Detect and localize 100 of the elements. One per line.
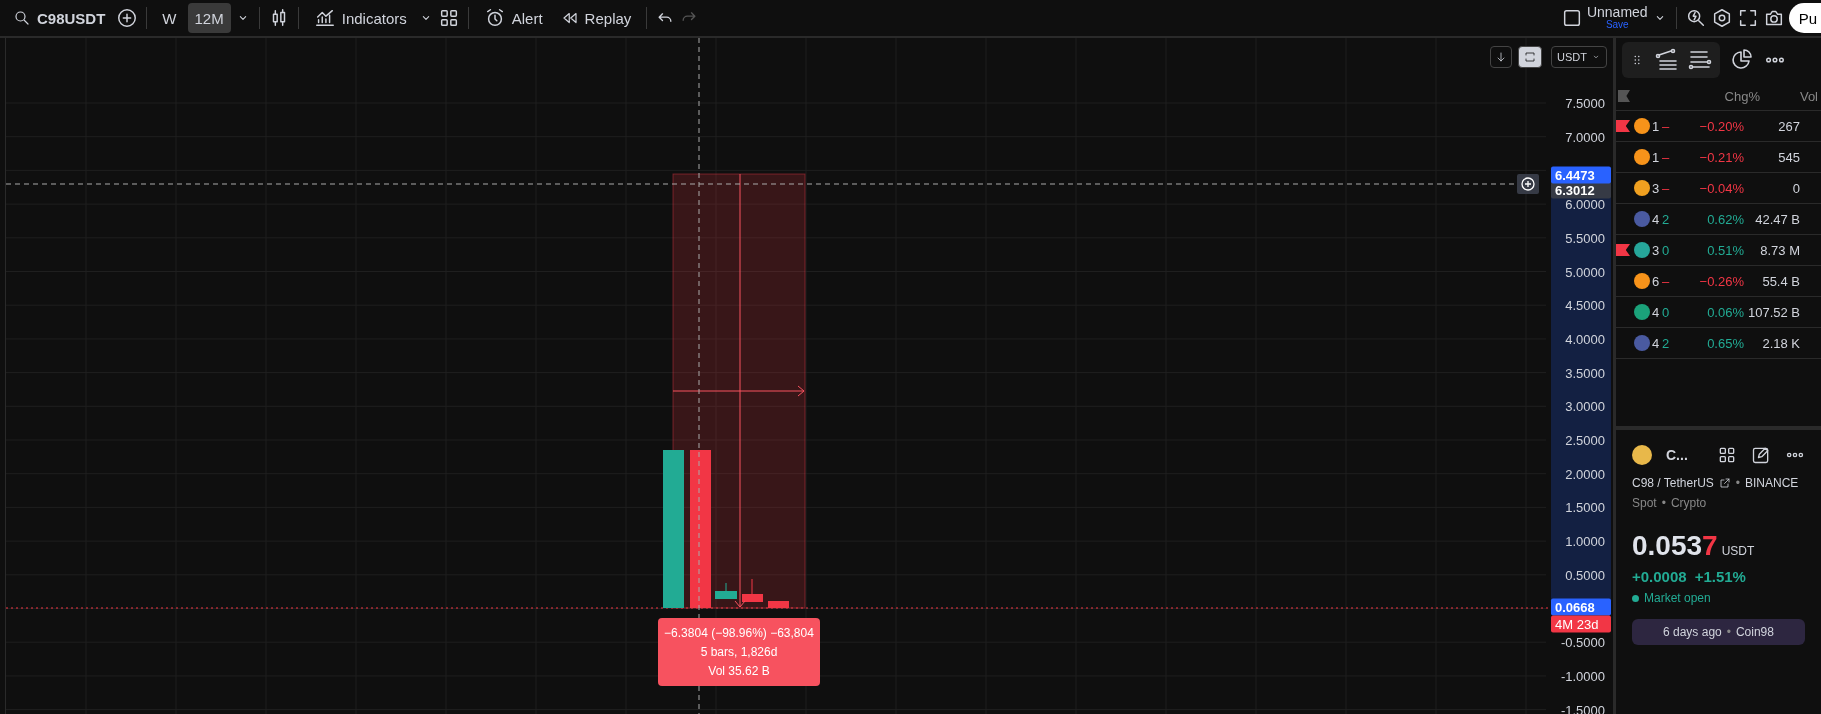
news-source: Coin98 (1735, 625, 1774, 639)
news-time: 6 days ago (1663, 625, 1722, 639)
price-label: -1.5000 (1560, 702, 1605, 714)
symbol-cell-text: 4 (1652, 211, 1661, 227)
last-cell-text: – (1662, 118, 1671, 134)
asset-category: Crypto (1670, 496, 1707, 510)
column-header[interactable]: Chg% (1700, 88, 1760, 104)
percent-change: +1.51% (1694, 568, 1746, 585)
measure-price-tag: 6.4473 (1551, 166, 1611, 184)
volume-cell-text: 107.52 B (1746, 304, 1800, 320)
flag-icon[interactable] (1616, 120, 1630, 132)
price-label: 2.5000 (1565, 432, 1605, 448)
replay-button[interactable]: Replay (553, 3, 639, 33)
symbol-cell-text: 1 (1652, 118, 1661, 134)
scroll-down-button[interactable] (1490, 46, 1512, 68)
tooltip-text: Vol 35.62 B (708, 664, 770, 678)
price-label: 5.0000 (1565, 264, 1605, 279)
volume-cell-text: 0 (1791, 180, 1800, 196)
layout-name[interactable]: Unnamed (1586, 5, 1648, 21)
price-currency: USDT (1721, 544, 1755, 558)
flag-icon[interactable] (1616, 244, 1630, 256)
price-label: 1.5000 (1565, 499, 1605, 515)
volume-cell-text: 8.73 M (1759, 242, 1800, 258)
symbol-cell-text: 1 (1652, 149, 1661, 165)
interval-button[interactable]: W (155, 3, 184, 33)
separator-dot: • (1735, 476, 1741, 490)
market-status: Market open (1644, 591, 1711, 605)
last-price-tag: 0.0668 (1551, 598, 1611, 616)
change-cell-text: −0.21% (1698, 149, 1744, 165)
alert-button[interactable]: Alert (476, 3, 550, 33)
price-label: 3.0000 (1565, 398, 1605, 414)
last-cell-text: 2 (1662, 211, 1671, 227)
last-price: 0.0537 (1632, 530, 1718, 562)
separator-dot: • (1726, 625, 1731, 639)
search-icon (13, 9, 31, 27)
tooltip-text: −6.3804 (−98.96%) −63,804 (664, 626, 814, 640)
separator-dot: • (1661, 496, 1666, 510)
symbol-search[interactable]: C98USDT (6, 3, 113, 33)
last-cell-text: – (1662, 273, 1671, 289)
indicators-button[interactable]: Indicators (306, 3, 414, 33)
last-cell-text: 2 (1662, 335, 1671, 351)
exchange-name: BINANCE (1745, 476, 1799, 490)
external-link-icon[interactable] (1718, 477, 1731, 489)
currency-dropdown[interactable]: USDT (1551, 46, 1607, 68)
volume-cell-text: 2.18 K (1761, 335, 1800, 351)
change-cell-text: −0.26% (1698, 273, 1744, 289)
down-arrow-icon (1495, 51, 1507, 63)
edit-icon[interactable] (1751, 445, 1771, 465)
price-label: 7.5000 (1565, 95, 1605, 111)
last-cell-text: – (1662, 149, 1671, 165)
price-label: -1.0000 (1560, 668, 1605, 684)
news-card[interactable]: 6 days ago • Coin98 (1632, 619, 1805, 645)
price-label: 5.5000 (1565, 230, 1605, 246)
symbol-cell-text: 4 (1652, 304, 1661, 320)
chart-icon (313, 7, 336, 29)
interval-button[interactable]: 12M (187, 3, 231, 33)
volume-cell-text: 55.4 B (1761, 273, 1800, 289)
column-header[interactable]: Vol (1760, 88, 1818, 104)
price-label: 7.0000 (1565, 129, 1605, 145)
volume-cell-text: 267 (1777, 118, 1800, 134)
change-cell-text: 0.51% (1706, 242, 1744, 258)
status-dot (1632, 594, 1639, 602)
last-cell-text: – (1662, 180, 1671, 196)
pie-chart-icon[interactable] (1730, 48, 1754, 72)
volume-cell-text: 42.47 B (1754, 211, 1800, 227)
change-cell-text: 0.06% (1706, 304, 1744, 320)
coin-icon (1632, 445, 1652, 465)
countdown-tag: 4M 23d (1551, 615, 1611, 633)
price-label: 0.5000 (1565, 567, 1605, 583)
symbol-cell-text: 4 (1652, 335, 1661, 351)
auto-scale-button[interactable] (1518, 46, 1542, 68)
save-link[interactable]: Save (1605, 20, 1629, 31)
measure-range[interactable] (672, 173, 806, 609)
change-cell-text: 0.62% (1706, 211, 1744, 227)
change-cell-text: −0.04% (1698, 180, 1744, 196)
candle (742, 578, 763, 603)
layout-grid-icon[interactable] (1717, 445, 1737, 465)
price-label: 6.0000 (1565, 196, 1605, 212)
add-symbol-icon[interactable] (116, 7, 139, 29)
price-label: 1.0000 (1565, 533, 1605, 549)
pair-link[interactable]: C98 / TetherUS (1632, 476, 1714, 490)
candle (715, 582, 737, 600)
price-label: 2.0000 (1565, 466, 1605, 482)
publish-button[interactable]: Pu (1788, 3, 1821, 33)
price-label: 4.0000 (1565, 331, 1605, 347)
symbol-cell-text: 3 (1652, 242, 1661, 258)
symbol-cell-text: 6 (1652, 273, 1661, 289)
scale-icon (1524, 51, 1536, 63)
add-alert-icon[interactable] (1517, 174, 1539, 194)
price-label: 3.5000 (1565, 365, 1605, 381)
last-cell-text: 0 (1662, 242, 1671, 258)
flag-icon (1618, 90, 1630, 102)
lines-icon[interactable] (1688, 48, 1712, 72)
symbol-cell-text: 3 (1652, 180, 1661, 196)
price-label: -0.5000 (1560, 634, 1605, 650)
tooltip-text: 5 bars, 1,826d (700, 645, 778, 659)
trend-line-icon[interactable] (1654, 48, 1678, 72)
volume-cell-text: 545 (1777, 149, 1800, 165)
market-type: Spot (1632, 496, 1657, 510)
change-cell-text: 0.65% (1706, 335, 1744, 351)
